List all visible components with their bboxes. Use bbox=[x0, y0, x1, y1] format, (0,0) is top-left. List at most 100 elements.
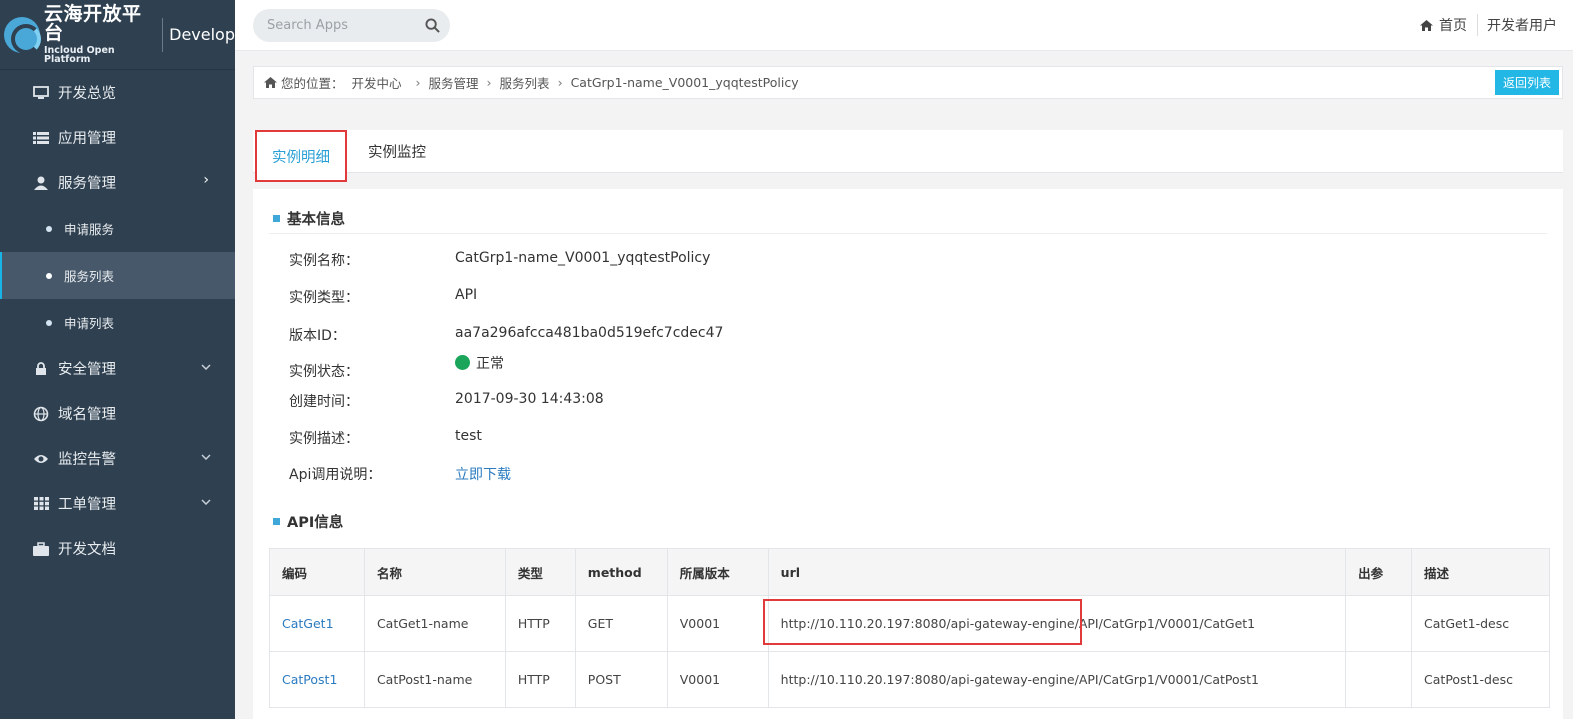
breadcrumb-item-service-list[interactable]: 服务列表 bbox=[500, 73, 550, 92]
api-desc-cell: CatPost1-desc bbox=[1411, 651, 1550, 708]
sidebar-subitem-apply-service[interactable]: 申请服务 bbox=[0, 205, 235, 252]
sidebar-item-label: 安全管理 bbox=[58, 362, 116, 378]
breadcrumb-separator: › bbox=[557, 75, 563, 90]
sidebar-subitem-label: 申请服务 bbox=[64, 222, 115, 237]
tab-bar: 实例明细 实例监控 bbox=[253, 130, 1563, 182]
breadcrumb-prefix: 您的位置： bbox=[281, 76, 344, 91]
table-row: CatGet1 CatGet1-name HTTP GET V0001 http… bbox=[269, 595, 1550, 652]
api-code-link[interactable]: CatPost1 bbox=[282, 672, 337, 687]
breadcrumb-item-service-mgmt[interactable]: 服务管理 bbox=[429, 73, 479, 92]
sidebar-item-apps[interactable]: 应用管理 bbox=[0, 115, 235, 160]
status-text: 正常 bbox=[476, 356, 504, 372]
sidebar-subitem-apply-list[interactable]: 申请列表 bbox=[0, 299, 235, 346]
field-value-created: 2017-09-30 14:43:08 bbox=[455, 391, 604, 407]
user-menu[interactable]: 开发者用户 bbox=[1478, 15, 1557, 35]
column-header: 出参 bbox=[1345, 548, 1413, 596]
content-panel: 基本信息 实例名称： CatGrp1-name_V0001_yqqtestPol… bbox=[253, 189, 1563, 719]
sidebar-subitem-service-list[interactable]: 服务列表 bbox=[0, 252, 235, 299]
grid-icon bbox=[32, 496, 50, 512]
breadcrumb-separator: › bbox=[486, 75, 492, 90]
breadcrumb-item-current: CatGrp1-name_V0001_yqqtestPolicy bbox=[570, 75, 799, 90]
chevron-right-icon: › bbox=[203, 172, 209, 188]
back-to-list-button[interactable]: 返回列表 bbox=[1494, 70, 1559, 95]
sidebar-item-label: 工单管理 bbox=[58, 497, 116, 513]
field-label-version: 版本ID： bbox=[289, 328, 346, 344]
column-header: 所属版本 bbox=[666, 548, 769, 596]
search-box bbox=[253, 9, 450, 42]
sidebar-item-domains[interactable]: 域名管理 bbox=[0, 391, 235, 436]
home-link[interactable]: 首页 bbox=[1420, 14, 1478, 36]
globe-icon bbox=[32, 406, 50, 422]
field-value-name: CatGrp1-name_V0001_yqqtestPolicy bbox=[455, 250, 711, 266]
field-value-desc: test bbox=[455, 428, 482, 444]
sidebar-item-label: 服务管理 bbox=[58, 176, 116, 192]
section-api-info: API信息 bbox=[273, 511, 343, 532]
field-label-created: 创建时间： bbox=[289, 394, 359, 410]
sidebar-item-label: 开发文档 bbox=[58, 542, 116, 558]
field-value-version: aa7a296afcca481ba0d519efc7cdec47 bbox=[455, 325, 724, 341]
api-code-link[interactable]: CatGet1 bbox=[282, 616, 334, 631]
chevron-down-icon bbox=[201, 450, 211, 463]
field-label-type: 实例类型： bbox=[289, 290, 359, 306]
home-icon bbox=[1420, 19, 1433, 31]
column-header: 类型 bbox=[504, 548, 576, 596]
sidebar: 云海开放平台 Incloud Open Platform Develop 开发总… bbox=[0, 0, 235, 719]
sidebar-item-overview[interactable]: 开发总览 bbox=[0, 70, 235, 115]
user-icon bbox=[32, 175, 50, 191]
logo-icon bbox=[4, 16, 41, 54]
api-version-cell: V0001 bbox=[666, 651, 769, 708]
field-value-api-doc: 立即下载 bbox=[455, 464, 511, 484]
top-bar: 首页 开发者用户 bbox=[235, 0, 1573, 51]
section-title: API信息 bbox=[287, 515, 344, 531]
field-label-status: 实例状态： bbox=[289, 364, 359, 380]
lock-icon bbox=[32, 361, 50, 377]
api-desc-cell: CatGet1-desc bbox=[1411, 595, 1550, 652]
tab-instance-detail[interactable]: 实例明细 bbox=[255, 130, 347, 182]
api-table: 编码 名称 类型 method 所属版本 url 出参 描述 CatGet1 C… bbox=[269, 548, 1550, 708]
breadcrumb-item-dev-center[interactable]: 开发中心 bbox=[352, 73, 402, 92]
field-value-status: 正常 bbox=[455, 353, 504, 373]
table-row: CatPost1 CatPost1-name HTTP POST V0001 h… bbox=[269, 651, 1550, 708]
status-indicator-icon bbox=[455, 355, 470, 370]
section-basic-info: 基本信息 bbox=[273, 208, 345, 229]
search-icon[interactable] bbox=[425, 18, 440, 33]
section-title: 基本信息 bbox=[287, 212, 345, 228]
top-right-nav: 首页 开发者用户 bbox=[1420, 14, 1557, 36]
download-link[interactable]: 立即下载 bbox=[455, 467, 511, 483]
home-icon bbox=[264, 77, 277, 88]
api-method-cell: GET bbox=[574, 595, 668, 652]
api-name-cell: CatGet1-name bbox=[363, 595, 506, 652]
brand-name: 云海开放平台 bbox=[44, 2, 142, 44]
column-header: 编码 bbox=[269, 548, 365, 596]
chevron-down-icon bbox=[201, 495, 211, 508]
bullet-icon bbox=[46, 272, 52, 279]
api-output-cell bbox=[1345, 651, 1413, 708]
brand-logo[interactable]: 云海开放平台 Incloud Open Platform Develop bbox=[0, 0, 235, 70]
sidebar-item-docs[interactable]: 开发文档 bbox=[0, 526, 235, 571]
column-header: 名称 bbox=[363, 548, 506, 596]
api-url-cell: http://10.110.20.197:8080/api-gateway-en… bbox=[767, 651, 1347, 708]
column-header: url bbox=[767, 548, 1347, 596]
search-input[interactable] bbox=[253, 9, 413, 42]
field-value-type: API bbox=[455, 287, 478, 303]
briefcase-icon bbox=[32, 541, 50, 557]
sidebar-subitem-label: 申请列表 bbox=[64, 316, 115, 331]
section-marker-icon bbox=[273, 518, 280, 525]
field-label-desc: 实例描述： bbox=[289, 431, 359, 447]
sidebar-item-security[interactable]: 安全管理 bbox=[0, 346, 235, 391]
column-header: method bbox=[574, 548, 668, 596]
sidebar-item-tickets[interactable]: 工单管理 bbox=[0, 481, 235, 526]
field-label-api-doc: Api调用说明： bbox=[289, 467, 382, 483]
api-method-cell: POST bbox=[574, 651, 668, 708]
tab-instance-monitor[interactable]: 实例监控 bbox=[368, 130, 426, 173]
sidebar-item-label: 开发总览 bbox=[58, 86, 116, 102]
api-output-cell bbox=[1345, 595, 1413, 652]
monitor-icon bbox=[32, 85, 50, 101]
sidebar-item-services[interactable]: 服务管理 › bbox=[0, 160, 235, 205]
bullet-icon bbox=[46, 225, 52, 232]
sidebar-item-monitoring[interactable]: 监控告警 bbox=[0, 436, 235, 481]
sidebar-nav: 开发总览 应用管理 服务管理 › 申请服务 服务列表 申请列表 安全管理 域名管… bbox=[0, 70, 235, 571]
brand-name-en: Incloud Open Platform bbox=[44, 44, 115, 65]
api-url-cell: http://10.110.20.197:8080/api-gateway-en… bbox=[767, 595, 1347, 652]
sidebar-item-label: 监控告警 bbox=[58, 452, 116, 468]
